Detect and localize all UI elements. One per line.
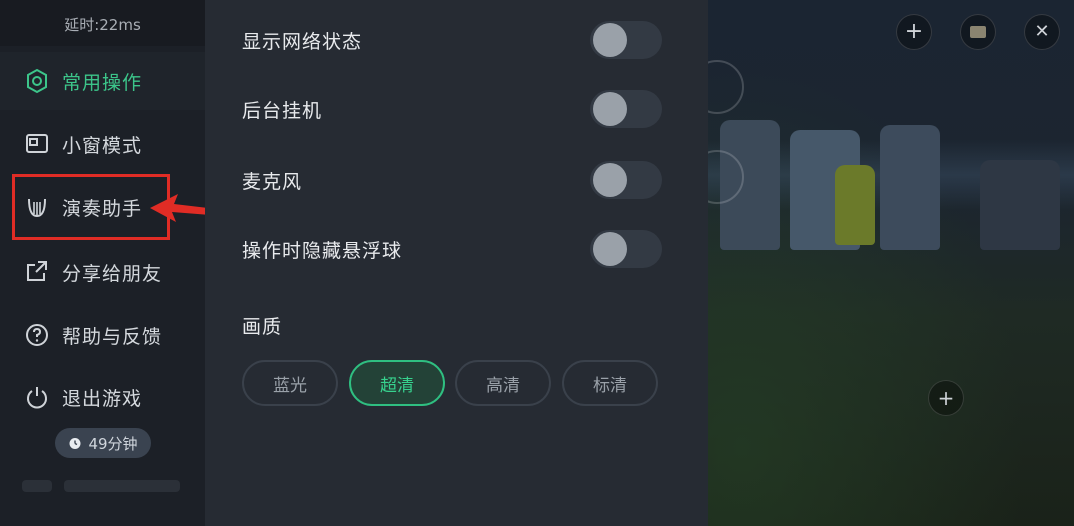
- setting-row-network-status: 显示网络状态: [242, 20, 662, 60]
- sidebar-item-common-ops[interactable]: 常用操作: [0, 52, 205, 110]
- sidebar-item-help[interactable]: 帮助与反馈: [0, 306, 205, 364]
- quality-option-high[interactable]: 高清: [455, 360, 551, 406]
- gear-icon: [27, 68, 47, 94]
- quality-option-standard[interactable]: 标清: [562, 360, 658, 406]
- background-idle-toggle[interactable]: [590, 90, 662, 128]
- window-icon: [26, 134, 48, 153]
- toggle-knob: [593, 23, 627, 57]
- plus-icon[interactable]: +: [928, 380, 964, 416]
- play-timer-text: 49分钟: [88, 434, 138, 453]
- scenery-pillar: [835, 165, 875, 245]
- quality-section-title: 画质: [242, 316, 283, 338]
- microphone-toggle[interactable]: [590, 161, 662, 199]
- latency-bar: 延时:22ms: [0, 0, 205, 46]
- setting-row-background-idle: 后台挂机: [242, 89, 662, 129]
- network-status-toggle[interactable]: [590, 21, 662, 59]
- play-timer-badge: 49分钟: [55, 428, 151, 458]
- alarm-clock-icon: [69, 438, 81, 449]
- scenery-pillar: [880, 125, 940, 250]
- setting-label: 显示网络状态: [242, 30, 363, 53]
- blurred-info: [22, 480, 52, 492]
- settings-panel: 显示网络状态 后台挂机 麦克风 操作时隐藏悬浮球 画质 蓝光 超清 高清 标清: [205, 0, 708, 526]
- setting-row-microphone: 麦克风: [242, 160, 662, 200]
- latency-label: 延时:22ms: [64, 16, 141, 34]
- blurred-info: [64, 480, 180, 492]
- sidebar-item-label: 退出游戏: [62, 387, 143, 410]
- setting-label: 操作时隐藏悬浮球: [242, 239, 403, 262]
- power-icon: [27, 387, 47, 409]
- quality-option-bluray[interactable]: 蓝光: [242, 360, 338, 406]
- setting-label: 后台挂机: [242, 99, 323, 122]
- plus-icon[interactable]: +: [896, 14, 932, 50]
- toggle-knob: [593, 163, 627, 197]
- hide-float-ball-toggle[interactable]: [590, 230, 662, 268]
- setting-row-hide-float-ball: 操作时隐藏悬浮球: [242, 229, 662, 269]
- sidebar-item-label: 帮助与反馈: [62, 325, 163, 348]
- sidebar-item-label: 常用操作: [62, 71, 143, 94]
- share-icon: [27, 261, 47, 281]
- sidebar-item-exit-game[interactable]: 退出游戏: [0, 368, 205, 426]
- sidebar-item-label: 小窗模式: [62, 134, 143, 157]
- sidebar-item-label: 分享给朋友: [62, 262, 163, 285]
- help-icon: [26, 324, 48, 346]
- annotation-highlight-box: [12, 174, 170, 240]
- scenery-pillar: [980, 160, 1060, 250]
- toggle-knob: [593, 232, 627, 266]
- map-icon[interactable]: [960, 14, 996, 50]
- setting-label: 麦克风: [242, 170, 303, 193]
- sidebar-item-window-mode[interactable]: 小窗模式: [0, 115, 205, 173]
- toggle-knob: [593, 92, 627, 126]
- sidebar: 延时:22ms 常用操作 小窗模式 演奏助手 分享给朋友 帮助与反馈 退出游戏 …: [0, 0, 205, 526]
- sidebar-item-share[interactable]: 分享给朋友: [0, 243, 205, 301]
- quality-option-ultra[interactable]: 超清: [349, 360, 445, 406]
- close-icon[interactable]: ✕: [1024, 14, 1060, 50]
